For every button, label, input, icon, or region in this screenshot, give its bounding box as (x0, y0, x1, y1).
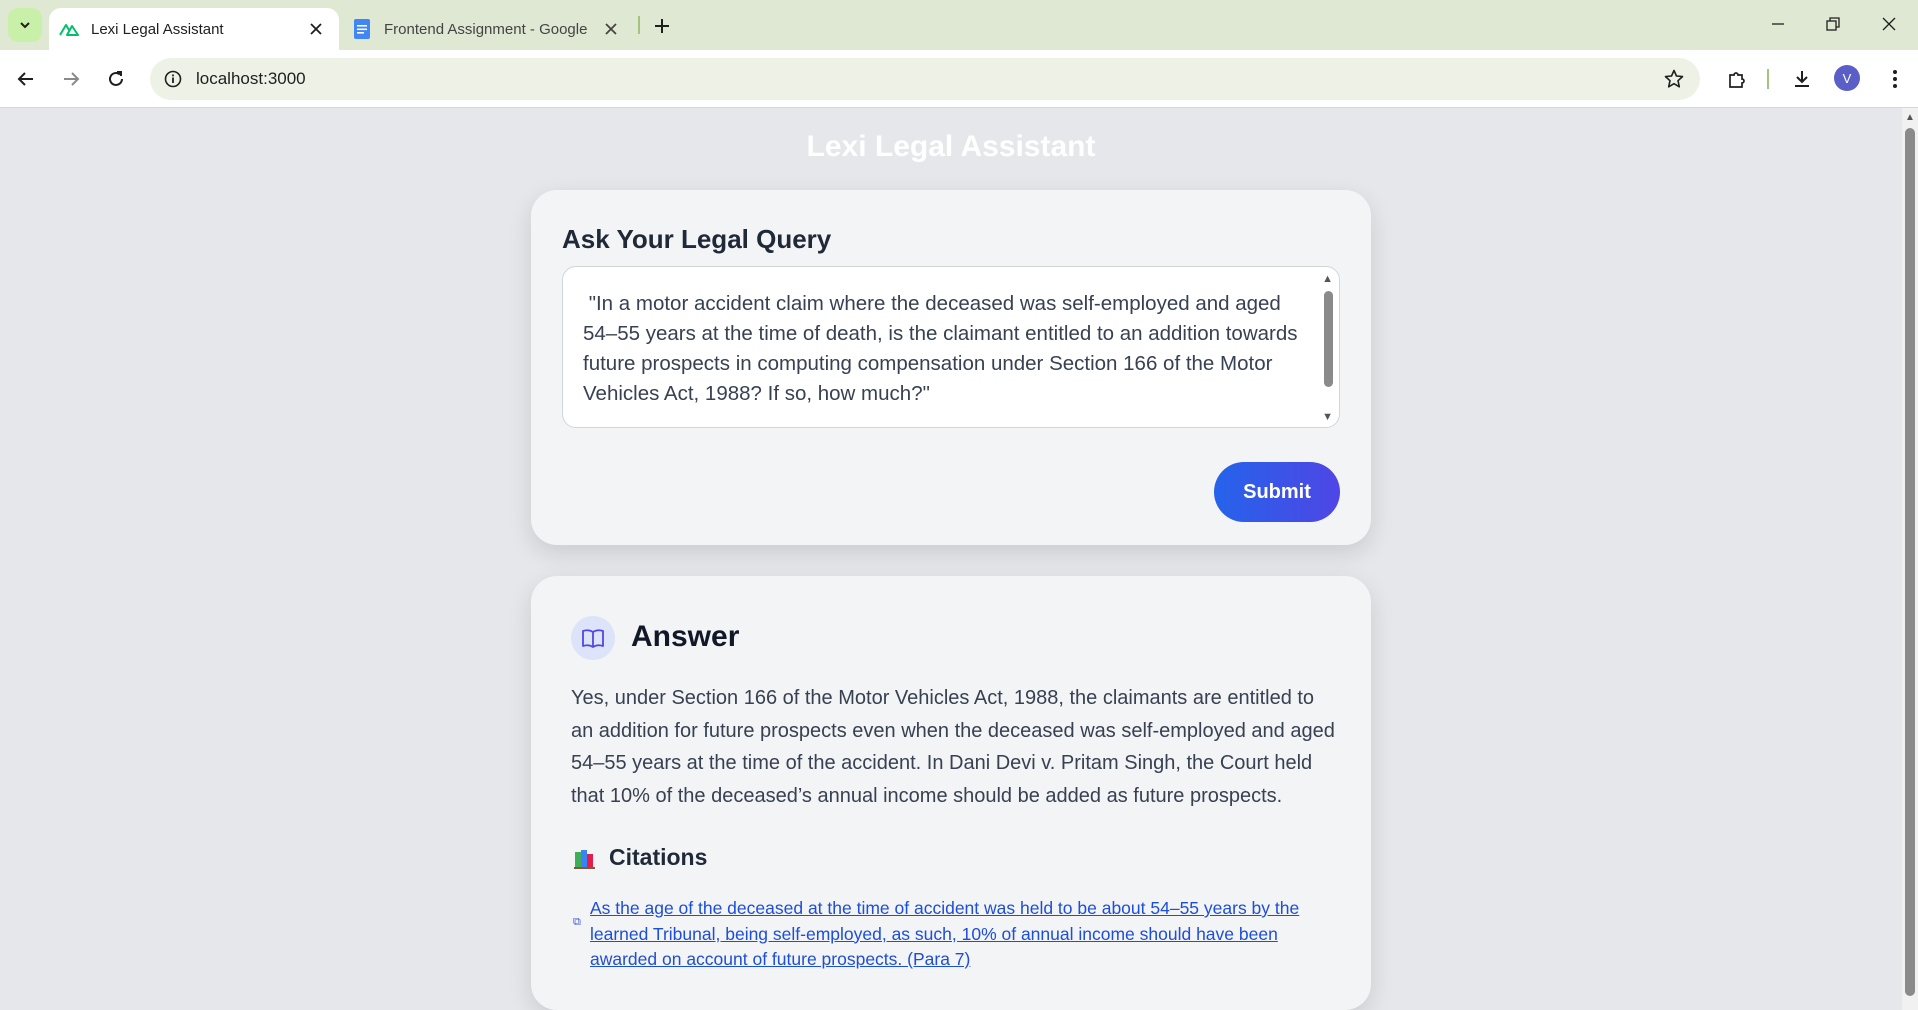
textarea-scrollbar-thumb[interactable] (1324, 291, 1333, 387)
site-info-icon[interactable] (162, 68, 184, 90)
tab-divider (638, 16, 640, 34)
browser-menu-button[interactable] (1878, 62, 1912, 96)
reload-icon (109, 71, 123, 86)
close-icon[interactable] (598, 16, 624, 42)
citation-link[interactable]: As the age of the deceased at the time o… (590, 896, 1330, 973)
query-textarea[interactable]: "In a motor accident claim where the dec… (562, 266, 1340, 428)
restore-icon (1826, 17, 1840, 31)
browser-toolbar: localhost:3000 (0, 50, 1918, 108)
tab-lexi-legal-assistant[interactable]: Lexi Legal Assistant (49, 8, 339, 50)
back-arrow-icon (17, 72, 33, 86)
page-content: Lexi Legal Assistant Ask Your Legal Quer… (0, 108, 1902, 1010)
query-heading: Ask Your Legal Query (562, 224, 832, 254)
citations-heading: Citations (609, 844, 708, 870)
browser-tabstrip: Lexi Legal Assistant Frontend Assignment… (0, 0, 1918, 50)
forward-arrow-icon (64, 72, 80, 86)
scroll-up-arrow-icon[interactable]: ▲ (1322, 273, 1333, 285)
chevron-down-icon (20, 22, 30, 29)
plus-icon (655, 19, 669, 33)
restore-button[interactable] (1808, 6, 1858, 42)
download-icon (1795, 71, 1809, 87)
query-textarea-value: "In a motor accident claim where the dec… (583, 292, 1304, 405)
bookmark-star-icon[interactable] (1662, 67, 1686, 91)
profile-avatar[interactable]: V (1834, 65, 1860, 91)
back-button[interactable] (9, 62, 43, 96)
puzzle-icon (1729, 72, 1745, 88)
scroll-up-arrow-icon[interactable]: ▲ (1905, 112, 1915, 123)
close-icon[interactable] (303, 16, 329, 42)
new-tab-button[interactable] (648, 12, 676, 40)
tab-title: Frontend Assignment - Google (384, 20, 588, 38)
answer-heading: Answer (631, 620, 740, 653)
address-url: localhost:3000 (196, 69, 306, 88)
close-icon (1882, 17, 1896, 31)
page-scrollbar-thumb[interactable] (1905, 128, 1915, 996)
nuxt-logo-icon (59, 19, 79, 39)
reload-button[interactable] (99, 62, 133, 96)
kebab-menu-icon (1893, 70, 1897, 88)
open-book-icon (571, 616, 615, 660)
minimize-button[interactable] (1753, 6, 1803, 42)
page-scrollbar[interactable]: ▲ (1902, 108, 1918, 1010)
external-link-icon: ⧉ (573, 916, 581, 928)
app-title: Lexi Legal Assistant (806, 130, 1096, 163)
books-icon (573, 848, 597, 870)
extensions-button[interactable] (1720, 62, 1754, 96)
toolbar-divider (1767, 69, 1769, 89)
close-window-button[interactable] (1864, 6, 1914, 42)
tab-search-button[interactable] (8, 8, 42, 42)
scroll-down-arrow-icon[interactable]: ▼ (1322, 411, 1333, 423)
address-bar[interactable]: localhost:3000 (150, 58, 1700, 100)
forward-button[interactable] (54, 62, 88, 96)
downloads-button[interactable] (1785, 62, 1819, 96)
answer-text: Yes, under Section 166 of the Motor Vehi… (571, 687, 1335, 807)
submit-button[interactable]: Submit (1214, 462, 1340, 522)
query-card: Ask Your Legal Query "In a motor acciden… (531, 190, 1371, 545)
google-docs-icon (352, 19, 372, 39)
tab-frontend-assignment[interactable]: Frontend Assignment - Google (342, 8, 634, 50)
minimize-icon (1772, 23, 1784, 25)
answer-card: Answer Yes, under Section 166 of the Mot… (531, 576, 1371, 1010)
tab-title: Lexi Legal Assistant (91, 20, 224, 38)
